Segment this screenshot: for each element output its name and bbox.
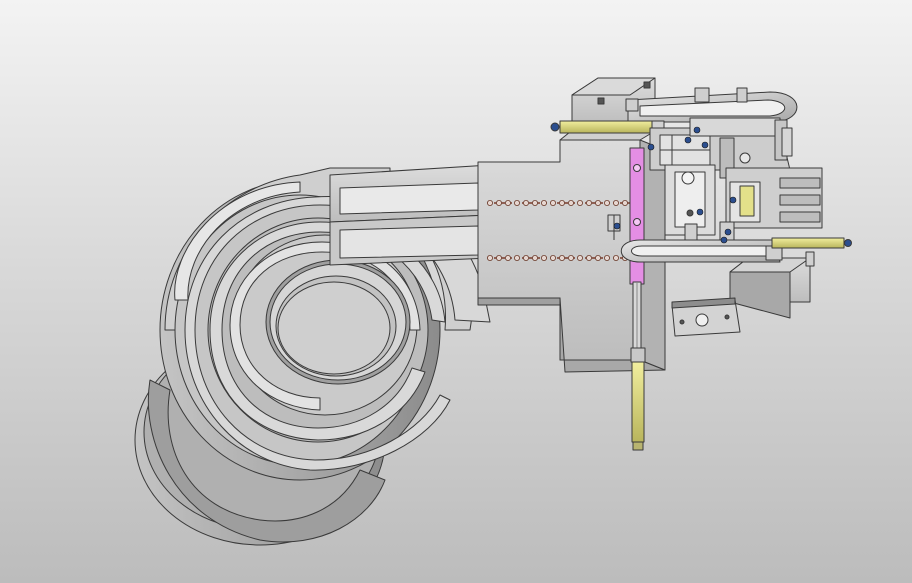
- chain-link: [504, 199, 511, 206]
- chain-link: [504, 254, 511, 261]
- chain-link: [622, 199, 629, 206]
- chain-link: [523, 199, 530, 206]
- chain-link: [559, 199, 566, 206]
- chain-link: [604, 199, 611, 206]
- magenta-guide-rail: [629, 147, 645, 285]
- chain-link: [577, 199, 584, 206]
- right-gripper-block: [725, 167, 823, 229]
- chain-link: [495, 199, 502, 206]
- right-lower-block: [729, 257, 811, 319]
- mount-bracket: [671, 297, 741, 337]
- chain-link: [559, 254, 566, 261]
- chain-link: [586, 254, 593, 261]
- chain-link: [586, 199, 593, 206]
- chain-link: [595, 254, 602, 261]
- chain-link: [532, 199, 539, 206]
- cad-viewport[interactable]: [0, 0, 912, 583]
- chain-link: [568, 254, 575, 261]
- screw-head-icon: [684, 136, 692, 144]
- screw-head-icon: [724, 228, 732, 236]
- screw-head-icon: [696, 208, 704, 216]
- chain-link: [523, 254, 530, 261]
- chain-link: [514, 254, 521, 261]
- chain-link: [495, 254, 502, 261]
- cad-model[interactable]: [0, 0, 912, 583]
- chain-link: [541, 199, 548, 206]
- chain-link: [595, 199, 602, 206]
- screw-head-icon: [720, 236, 728, 244]
- chain-link: [514, 199, 521, 206]
- screw-head-icon: [613, 222, 621, 230]
- upper-pneumatic-cylinder: [550, 120, 665, 134]
- chain-link: [532, 254, 539, 261]
- chain-link: [613, 199, 620, 206]
- screw-head-icon: [693, 126, 701, 134]
- chain-link: [541, 254, 548, 261]
- linear-feed-track: [329, 164, 491, 266]
- lower-pneumatic-cylinder: [771, 237, 852, 249]
- chain-link: [604, 254, 611, 261]
- screw-head-icon: [729, 196, 737, 204]
- chain-link: [486, 254, 493, 261]
- chain-link: [613, 254, 620, 261]
- screw-head-icon: [647, 143, 655, 151]
- chain-link: [550, 199, 557, 206]
- chain-link: [577, 254, 584, 261]
- chain-link: [486, 199, 493, 206]
- screw-head-icon: [701, 141, 709, 149]
- chain-link: [550, 254, 557, 261]
- chain-link: [568, 199, 575, 206]
